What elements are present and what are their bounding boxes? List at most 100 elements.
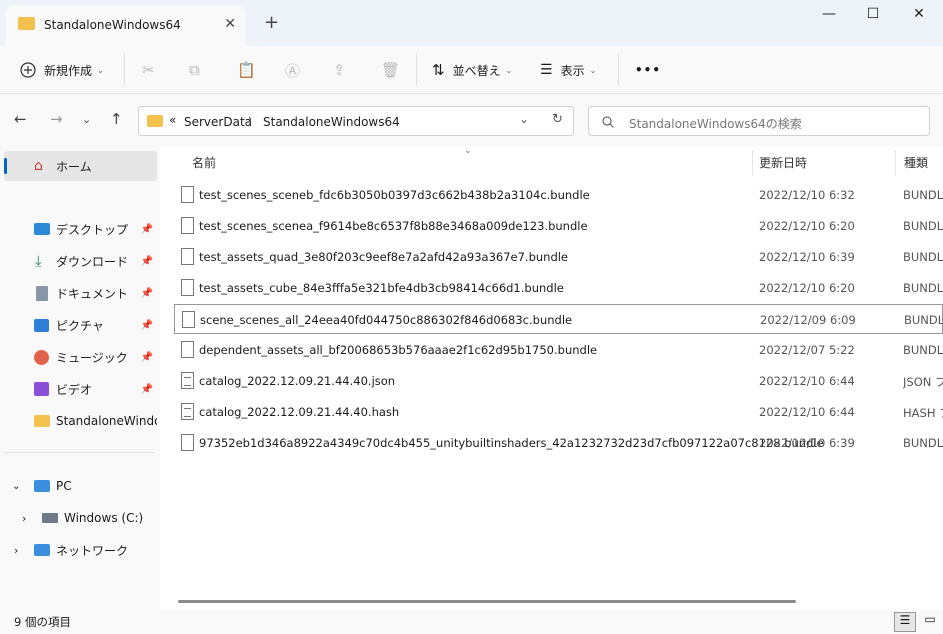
chevron-down-icon[interactable]: ⌄: [12, 481, 20, 492]
table-row[interactable]: dependent_assets_all_bf20068653b576aaae2…: [174, 335, 943, 365]
file-type: BUNDLE: [903, 343, 943, 357]
file-date: 2022/12/10 6:32: [759, 188, 855, 202]
sidebar-item-drive[interactable]: › Windows (C:): [4, 503, 157, 533]
pin-icon[interactable]: 📌: [141, 288, 153, 299]
file-name: catalog_2022.12.09.21.44.40.hash: [199, 405, 400, 419]
back-arrow-icon[interactable]: ←: [14, 110, 27, 128]
close-window-button[interactable]: ✕: [896, 6, 942, 28]
table-row[interactable]: test_scenes_scenea_f9614be8c6537f8b88e34…: [174, 211, 943, 241]
status-bar: 9 個の項目 ☰ ▭: [0, 610, 943, 634]
divider: [4, 452, 154, 453]
view-label: 表示: [560, 63, 585, 78]
search-box[interactable]: StandaloneWindows64の検索: [588, 106, 930, 136]
pin-icon[interactable]: 📌: [141, 224, 153, 235]
sidebar-item-label: ピクチャ: [56, 318, 104, 333]
sidebar-item-label: ダウンロード: [56, 254, 129, 269]
up-arrow-icon[interactable]: ↑: [110, 110, 123, 128]
new-button[interactable]: 新規作成 ⌄: [20, 46, 104, 94]
forward-arrow-icon[interactable]: →: [50, 110, 63, 128]
crumb-serverdata[interactable]: ServerData: [184, 115, 252, 129]
chevron-right-icon: ›: [248, 114, 252, 125]
new-tab-button[interactable]: +: [264, 12, 279, 33]
minimize-button[interactable]: —: [806, 6, 852, 28]
view-button[interactable]: ☰ 表示 ⌄: [540, 46, 596, 94]
column-header-name[interactable]: 名前: [192, 154, 216, 171]
column-header-date[interactable]: 更新日時: [759, 154, 807, 171]
table-row[interactable]: test_scenes_sceneb_fdc6b3050b0397d3c662b…: [174, 180, 943, 210]
folder-icon: [34, 415, 50, 427]
file-name: scene_scenes_all_24eea40fd044750c886302f…: [200, 313, 573, 327]
plus-circle-icon: [20, 62, 36, 78]
file-type: BUNDLE: [903, 188, 943, 202]
table-row[interactable]: 97352eb1d346a8922a4349c70dc4b455_unitybu…: [174, 428, 943, 458]
table-row[interactable]: scene_scenes_all_24eea40fd044750c886302f…: [174, 304, 943, 334]
tab-standalone[interactable]: StandaloneWindows64 ✕: [6, 5, 246, 46]
file-icon: [181, 434, 194, 451]
horizontal-scrollbar[interactable]: [178, 600, 796, 603]
table-row[interactable]: test_assets_quad_3e80f203c9eef8e7a2afd42…: [174, 242, 943, 272]
file-type: HASH ファイル: [903, 406, 943, 420]
file-date: 2022/12/10 6:39: [759, 250, 855, 264]
file-type: BUNDLE: [903, 436, 943, 450]
file-date: 2022/12/10 6:44: [759, 374, 855, 388]
address-bar[interactable]: « ServerData › StandaloneWindows64 ⌄ ↻: [138, 106, 574, 136]
file-type: JSON ファイル: [903, 375, 943, 389]
details-view-icon[interactable]: ☰: [894, 612, 916, 632]
column-header-type[interactable]: 種類: [904, 154, 928, 171]
tiles-view-icon[interactable]: ▭: [920, 612, 940, 632]
overflow-icon[interactable]: «: [169, 113, 176, 127]
recent-chevron-icon[interactable]: ⌄: [82, 113, 91, 126]
sort-indicator-icon: ⌄: [464, 146, 472, 156]
maximize-button[interactable]: ☐: [850, 6, 896, 28]
pin-icon[interactable]: 📌: [141, 320, 153, 331]
file-icon: [181, 186, 194, 203]
navigation-pane: ⌂ ホーム デスクトップ 📌 ⤓ ダウンロード 📌 ドキュメント 📌 ピクチャ …: [0, 146, 160, 610]
delete-icon[interactable]: 🗑: [381, 46, 400, 94]
item-count: 9 個の項目: [14, 615, 71, 629]
sidebar-item-pc[interactable]: ⌄ PC: [4, 471, 157, 501]
paste-icon[interactable]: 📋: [237, 46, 256, 94]
sidebar-item-standalone[interactable]: StandaloneWindows64: [4, 406, 157, 436]
more-button[interactable]: •••: [635, 46, 661, 94]
sidebar-item-music[interactable]: ミュージック 📌: [4, 342, 157, 372]
chevron-right-icon[interactable]: ›: [14, 544, 18, 557]
sidebar-item-documents[interactable]: ドキュメント 📌: [4, 278, 157, 308]
sidebar-item-pictures[interactable]: ピクチャ 📌: [4, 310, 157, 340]
pin-icon[interactable]: 📌: [141, 384, 153, 395]
crumb-standalone[interactable]: StandaloneWindows64: [263, 115, 400, 129]
share-icon[interactable]: ⇪: [333, 46, 346, 94]
table-row[interactable]: catalog_2022.12.09.21.44.40.json 2022/12/…: [174, 366, 943, 396]
refresh-icon[interactable]: ↻: [552, 112, 563, 127]
sidebar-item-desktop[interactable]: デスクトップ 📌: [4, 214, 157, 244]
chevron-down-icon[interactable]: ⌄: [519, 112, 529, 126]
chevron-down-icon: ⌄: [589, 65, 597, 75]
folder-icon: [18, 17, 35, 30]
command-bar: 新規作成 ⌄ ✂ ⧉ 📋 Ⓐ ⇪ 🗑 ⇅ 並べ替え ⌄ ☰ 表示 ⌄ •••: [0, 46, 943, 94]
chevron-right-icon[interactable]: ›: [22, 512, 26, 525]
video-icon: [34, 382, 49, 396]
drive-icon: [42, 513, 58, 523]
sort-label: 並べ替え: [452, 63, 501, 78]
table-row[interactable]: catalog_2022.12.09.21.44.40.hash 2022/12/…: [174, 397, 943, 427]
file-icon: [182, 311, 195, 328]
sidebar-item-home[interactable]: ⌂ ホーム: [4, 151, 157, 181]
folder-icon: [147, 115, 163, 127]
file-name: test_scenes_scenea_f9614be8c6537f8b88e34…: [199, 219, 588, 233]
sidebar-item-network[interactable]: › ネットワーク: [4, 535, 157, 565]
sort-icon: ⇅: [432, 61, 445, 79]
sidebar-item-videos[interactable]: ビデオ 📌: [4, 374, 157, 404]
pin-icon[interactable]: 📌: [141, 352, 153, 363]
table-row[interactable]: test_assets_cube_84e3fffa5e321bfe4db3cb9…: [174, 273, 943, 303]
network-icon: [34, 544, 50, 556]
file-name: dependent_assets_all_bf20068653b576aaae2…: [199, 343, 598, 357]
cut-icon[interactable]: ✂: [142, 46, 155, 94]
search-placeholder: StandaloneWindows64の検索: [629, 117, 802, 131]
copy-icon[interactable]: ⧉: [189, 46, 200, 94]
rename-icon[interactable]: Ⓐ: [285, 46, 300, 94]
new-label: 新規作成: [44, 63, 93, 78]
sort-button[interactable]: ⇅ 並べ替え ⌄: [432, 46, 512, 94]
sidebar-item-downloads[interactable]: ⤓ ダウンロード 📌: [4, 246, 157, 276]
pin-icon[interactable]: 📌: [141, 256, 153, 267]
sidebar-item-label: StandaloneWindows64: [56, 414, 157, 428]
close-tab-icon[interactable]: ✕: [224, 16, 236, 32]
